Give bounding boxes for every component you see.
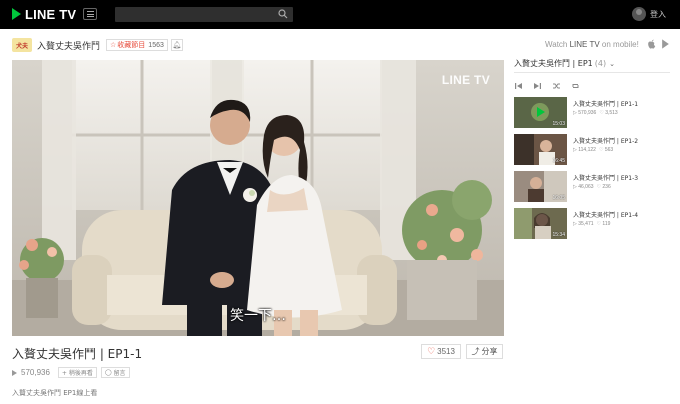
playlist-header[interactable]: 入贅丈夫吳作鬥 | EP1 (4) ⌄ xyxy=(514,58,615,69)
episode-title: 入贅丈夫吳作鬥 | EP1-1 xyxy=(12,347,143,361)
next-icon[interactable] xyxy=(533,82,542,90)
list-item[interactable]: 15:34 入贅丈夫吳作鬥 | EP1-4 ▷ 35,471 ♡ 119 xyxy=(514,208,670,244)
login-link[interactable]: 登入 xyxy=(650,9,666,20)
episode-duration: 15:34 xyxy=(552,232,565,238)
view-count: 570,936 xyxy=(21,368,50,377)
search-input[interactable] xyxy=(119,8,269,21)
show-bar: 犬夫 入贅丈夫吳作鬥 ☆ 收藏節目 1563 🔔︎ xyxy=(12,37,183,53)
mobile-promo-brand: LINE TV xyxy=(569,40,600,49)
episode-name: 入贅丈夫吳作鬥 | EP1-1 xyxy=(573,101,639,108)
episode-thumbnail: 16:45 xyxy=(514,134,567,165)
google-play-icon[interactable] xyxy=(661,39,670,49)
favorite-button[interactable]: ☆ 收藏節目 1563 xyxy=(106,39,168,51)
episode-likes: 3,513 xyxy=(605,110,618,116)
episode-views: 114,122 xyxy=(578,147,596,153)
heart-icon: ♡ xyxy=(598,147,604,153)
episode-stats: ▷ 46,063 ♡ 236 xyxy=(573,184,611,190)
playlist-count: (4) xyxy=(594,59,607,68)
episode-stats: ▷ 35,471 ♡ 119 xyxy=(573,221,611,227)
play-logo-icon xyxy=(12,8,21,20)
list-item[interactable]: 16:05 入贅丈夫吳作鬥 | EP1-3 ▷ 46,063 ♡ 236 xyxy=(514,171,670,207)
repeat-icon[interactable] xyxy=(571,82,580,90)
episode-views: 570,936 xyxy=(578,110,597,116)
list-item[interactable]: 16:45 入贅丈夫吳作鬥 | EP1-2 ▷ 114,122 ♡ 563 xyxy=(514,134,670,170)
mobile-promo-prefix: Watch xyxy=(545,40,570,49)
episode-meta: 570,936 + 稍後再看 ◯ 留言 xyxy=(12,367,134,378)
like-button[interactable]: ♡ 3513 xyxy=(421,344,461,359)
shuffle-icon[interactable] xyxy=(552,82,561,90)
mobile-promo: Watch LINE TV on mobile! xyxy=(545,40,639,49)
episode-description: 入贅丈夫吳作鬥 EP1線上看 xyxy=(12,389,98,397)
top-bar: LINE TV 登入 xyxy=(0,0,680,29)
watch-later-button[interactable]: + 稍後再看 xyxy=(57,367,97,378)
episode-likes: 119 xyxy=(602,221,611,227)
episode-duration: 16:45 xyxy=(552,158,565,164)
episode-views: 35,471 xyxy=(578,221,594,227)
mobile-promo-suffix: on mobile! xyxy=(599,40,639,49)
episode-name: 入贅丈夫吳作鬥 | EP1-3 xyxy=(573,175,639,182)
episode-thumbnail: 15:03 xyxy=(514,97,567,128)
episode-stats: ▷ 570,936 ♡ 3,513 xyxy=(573,110,618,116)
search-bar[interactable] xyxy=(115,7,293,22)
episode-stats: ▷ 114,122 ♡ 563 xyxy=(573,147,614,153)
playlist-controls xyxy=(514,82,580,90)
heart-icon: ♡ xyxy=(596,221,602,227)
show-logo[interactable]: 犬夫 xyxy=(12,38,32,52)
show-title[interactable]: 入贅丈夫吳作鬥 xyxy=(37,39,100,52)
episode-duration: 16:05 xyxy=(552,195,565,201)
heart-icon: ♡ xyxy=(596,184,602,190)
episode-likes: 563 xyxy=(604,147,614,153)
share-button[interactable]: ⤴ 分享 xyxy=(466,344,503,359)
comment-label: 留言 xyxy=(113,370,126,377)
episode-name: 入贅丈夫吳作鬥 | EP1-2 xyxy=(573,138,639,145)
share-label: 分享 xyxy=(481,347,498,356)
user-avatar-icon[interactable] xyxy=(632,7,646,21)
logo-text: LINE TV xyxy=(25,6,77,22)
share-icon: ⤴ xyxy=(471,347,480,356)
comment-icon: ◯ xyxy=(104,369,114,376)
search-icon[interactable] xyxy=(278,9,288,19)
episode-thumbnail: 15:34 xyxy=(514,208,567,239)
divider xyxy=(514,72,670,73)
line-tv-logo[interactable]: LINE TV xyxy=(12,6,76,22)
chevron-down-icon: ⌄ xyxy=(609,59,615,68)
episode-name: 入贅丈夫吳作鬥 | EP1-4 xyxy=(573,212,639,219)
list-item[interactable]: 15:03 入贅丈夫吳作鬥 | EP1-1 ▷ 570,936 ♡ 3,513 xyxy=(514,97,670,133)
previous-icon[interactable] xyxy=(514,82,523,90)
episode-thumbnail: 16:05 xyxy=(514,171,567,202)
episode-likes: 236 xyxy=(602,184,611,190)
video-subtitle: 笑一下… xyxy=(230,308,286,324)
views-play-icon xyxy=(12,369,17,376)
video-player[interactable]: LINE TV 笑一下… xyxy=(12,60,504,336)
video-watermark: LINE TV xyxy=(441,73,490,87)
menu-button[interactable] xyxy=(83,8,97,20)
video-frame xyxy=(12,60,504,336)
bell-icon[interactable]: 🔔︎ xyxy=(170,39,183,51)
apple-icon[interactable] xyxy=(647,39,656,49)
favorite-label: 收藏節目 xyxy=(117,41,146,49)
comment-button[interactable]: ◯ 留言 xyxy=(100,367,130,378)
episode-duration: 15:03 xyxy=(552,121,565,127)
playlist-title: 入贅丈夫吳作鬥 | EP1 xyxy=(514,59,593,68)
heart-icon: ♡ xyxy=(427,346,436,356)
heart-icon: ♡ xyxy=(599,110,604,116)
favorite-count: 1563 xyxy=(148,41,164,49)
episode-views: 46,063 xyxy=(578,184,594,190)
episode-list: 15:03 入贅丈夫吳作鬥 | EP1-1 ▷ 570,936 ♡ 3,513 1… xyxy=(514,97,670,245)
like-count: 3513 xyxy=(437,347,455,356)
star-icon: ☆ xyxy=(110,42,117,49)
